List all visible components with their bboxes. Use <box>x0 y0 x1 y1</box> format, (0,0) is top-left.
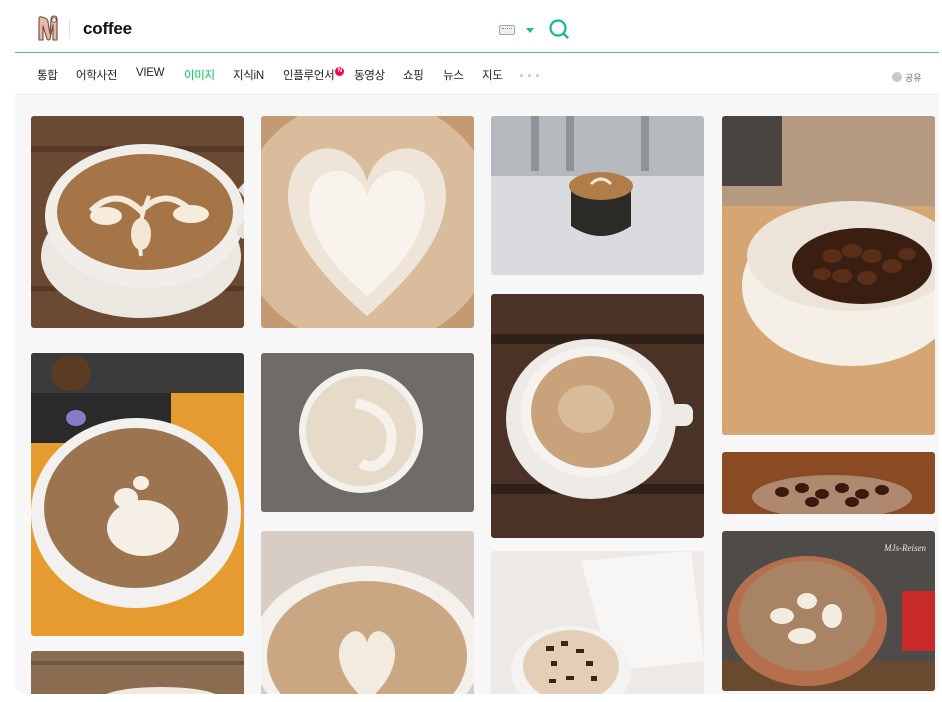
tab-dictionary[interactable]: 어학사전 <box>76 67 117 83</box>
header-divider <box>69 20 70 38</box>
result-image-1[interactable] <box>31 116 244 328</box>
result-image-12[interactable] <box>31 651 244 694</box>
result-image-8[interactable] <box>722 452 935 514</box>
result-image-11[interactable]: MJs-Reisen <box>722 531 935 691</box>
result-image-9[interactable] <box>261 531 474 694</box>
tab-shopping[interactable]: 쇼핑 <box>403 67 424 83</box>
tab-map[interactable]: 지도 <box>482 67 503 83</box>
naver-n-icon[interactable] <box>37 15 59 41</box>
tab-news[interactable]: 뉴스 <box>443 67 464 83</box>
search-query[interactable]: coffee <box>83 19 132 39</box>
tab-view[interactable]: VIEW <box>136 67 165 79</box>
result-image-3[interactable] <box>491 116 704 275</box>
share-label: 공유 <box>905 73 922 83</box>
result-image-5[interactable] <box>31 353 244 636</box>
watermark-text: MJs-Reisen <box>883 543 926 553</box>
result-image-6[interactable] <box>261 353 474 512</box>
result-image-7[interactable] <box>491 294 704 538</box>
share-icon <box>892 72 902 82</box>
tab-influencer[interactable]: 인플루언서 N <box>283 67 345 83</box>
result-image-4[interactable] <box>722 116 935 435</box>
search-tabs: 통합 어학사전 VIEW 이미지 지식iN 인플루언서 N 동영상 쇼핑 뉴스 지… <box>15 54 939 95</box>
browser-content: coffee 통합 어학사전 VIEW 이미지 지식iN 인플루언서 N 동영상 … <box>15 6 939 694</box>
search-icon[interactable] <box>548 18 570 40</box>
more-dots-icon[interactable] <box>520 74 540 78</box>
result-image-10[interactable] <box>491 551 704 694</box>
tab-knowledge-in[interactable]: 지식iN <box>233 67 264 83</box>
new-badge: N <box>335 67 345 76</box>
search-header: coffee <box>15 6 939 53</box>
share-button[interactable]: 공유 <box>892 71 922 84</box>
caret-down-icon[interactable] <box>526 28 534 33</box>
keyboard-icon[interactable] <box>499 25 515 35</box>
tab-integrated[interactable]: 통합 <box>37 67 58 83</box>
result-image-2[interactable] <box>261 116 474 328</box>
tab-images[interactable]: 이미지 <box>184 67 215 83</box>
tab-video[interactable]: 동영상 <box>354 67 385 83</box>
image-results-grid: MJs-Reisen <box>15 96 939 694</box>
tab-influencer-label: 인플루언서 <box>283 70 335 82</box>
